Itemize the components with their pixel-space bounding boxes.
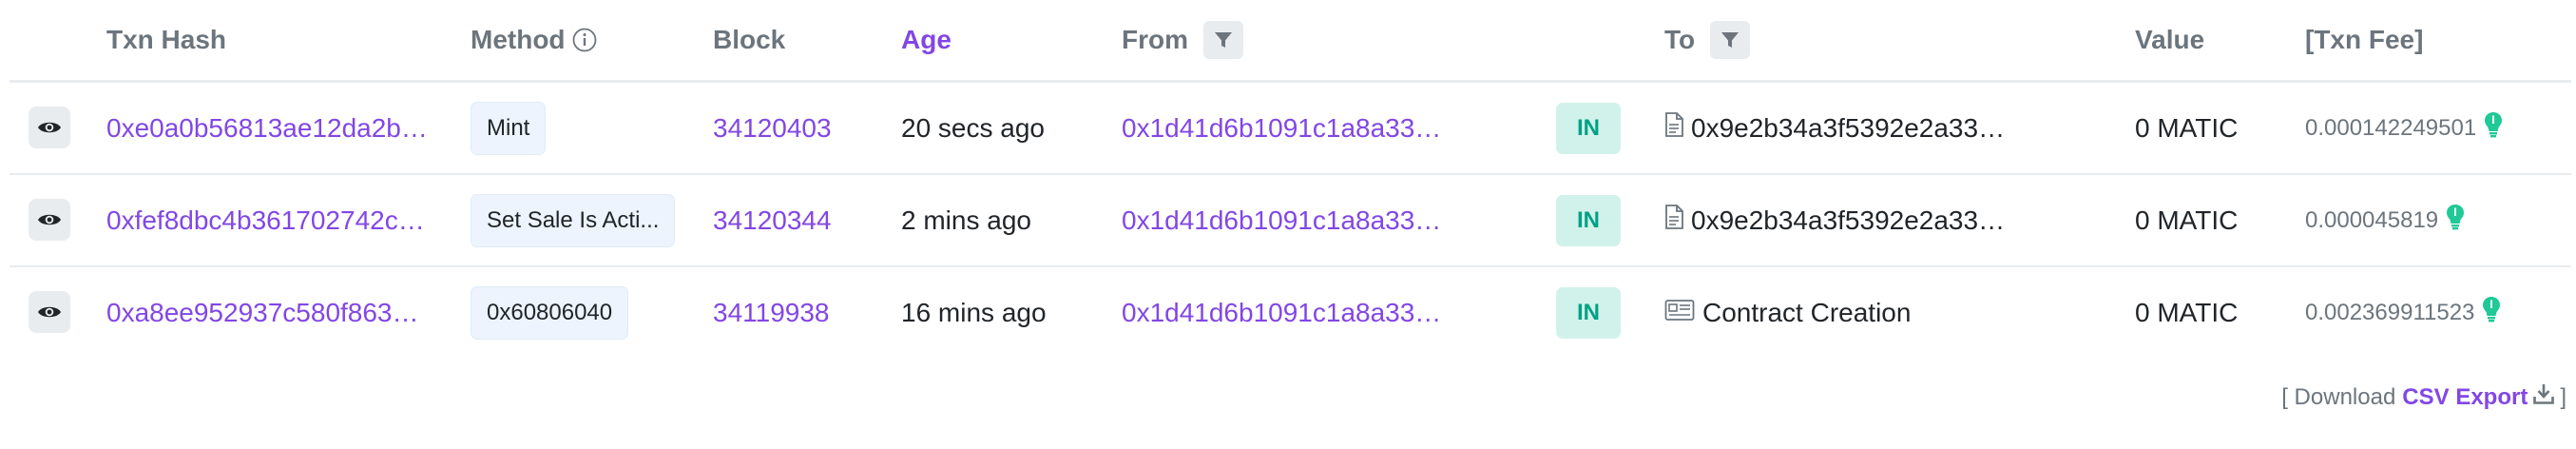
method-badge: Set Sale Is Acti... [471, 193, 676, 247]
download-bracket-close: ] [2560, 383, 2566, 410]
block-link[interactable]: 34120403 [713, 83, 832, 173]
value-text: 0 MATIC [2135, 205, 2239, 235]
header-txn-fee-toggle[interactable]: [Txn Fee] [2305, 0, 2423, 80]
header-value: Value [2135, 25, 2205, 54]
to-address-text[interactable]: Contract Creation [1702, 298, 1911, 328]
contract-file-icon [1664, 205, 1683, 236]
header-txn-hash: Txn Hash [106, 25, 227, 54]
direction-badge: IN [1556, 286, 1621, 339]
view-details-button[interactable] [29, 291, 70, 333]
header-block: Block [713, 25, 786, 54]
txn-hash-link[interactable]: 0xfef8dbc4b361702742c… [106, 175, 425, 265]
filter-icon [1721, 32, 1740, 48]
header-age-toggle[interactable]: Age [901, 0, 952, 80]
header-from: From [1122, 0, 1243, 80]
from-address-link[interactable]: 0x1d41d6b1091c1a8a33… [1122, 83, 1441, 173]
table-row: 0xe0a0b56813ae12da2b… Mint 34120403 20 s… [10, 83, 2571, 175]
eye-icon [38, 306, 61, 318]
download-csv-footer: [ Download CSV Export ] [2281, 383, 2566, 411]
table-header: Txn Hash Method Block Age From To Value … [10, 0, 2571, 83]
age-text: 16 mins ago [901, 297, 1047, 327]
gas-price-icon[interactable] [2446, 204, 2465, 237]
header-to-label: To [1664, 25, 1696, 54]
direction-badge: IN [1556, 194, 1621, 246]
from-address-link[interactable]: 0x1d41d6b1091c1a8a33… [1122, 267, 1441, 358]
header-from-label: From [1122, 25, 1188, 54]
header-method: Method [471, 0, 597, 80]
to-address-text[interactable]: 0x9e2b34a3f5392e2a33… [1691, 113, 2005, 144]
txn-fee-text: 0.000142249501 [2305, 114, 2477, 141]
value-text: 0 MATIC [2135, 297, 2239, 327]
contract-creation-icon [1664, 298, 1695, 328]
direction-badge: IN [1556, 102, 1621, 154]
download-label: [ Download [2281, 383, 2396, 410]
table-row: 0xa8ee952937c580f863… 0x60806040 3411993… [10, 267, 2571, 358]
method-badge: 0x60806040 [471, 285, 629, 340]
txn-hash-link[interactable]: 0xa8ee952937c580f863… [106, 267, 419, 358]
info-icon[interactable] [572, 28, 597, 52]
gas-price-icon[interactable] [2484, 111, 2503, 145]
transactions-table: Txn Hash Method Block Age From To Value … [10, 0, 2571, 358]
txn-fee-text: 0.000045819 [2305, 206, 2439, 233]
table-row: 0xfef8dbc4b361702742c… Set Sale Is Acti.… [10, 175, 2571, 267]
view-details-button[interactable] [29, 199, 70, 241]
to-address-text[interactable]: 0x9e2b34a3f5392e2a33… [1691, 205, 2005, 236]
value-text: 0 MATIC [2135, 112, 2239, 143]
age-text: 2 mins ago [901, 205, 1031, 235]
eye-icon [38, 214, 61, 225]
view-details-button[interactable] [29, 107, 70, 148]
to-filter-button[interactable] [1710, 21, 1751, 59]
block-link[interactable]: 34119938 [713, 267, 830, 358]
txn-fee-text: 0.002369911523 [2305, 299, 2475, 325]
age-text: 20 secs ago [901, 112, 1045, 143]
method-badge: Mint [471, 101, 547, 155]
from-address-link[interactable]: 0x1d41d6b1091c1a8a33… [1122, 175, 1441, 265]
gas-price-icon[interactable] [2482, 296, 2501, 329]
contract-file-icon [1664, 112, 1683, 144]
eye-icon [38, 122, 61, 133]
filter-icon [1215, 32, 1232, 48]
download-icon[interactable] [2533, 383, 2555, 411]
txn-hash-link[interactable]: 0xe0a0b56813ae12da2b… [106, 83, 428, 173]
block-link[interactable]: 34120344 [713, 175, 832, 265]
header-method-label: Method [471, 25, 566, 54]
from-filter-button[interactable] [1203, 21, 1243, 59]
header-to: To [1664, 0, 1751, 80]
csv-export-link[interactable]: CSV Export [2402, 384, 2528, 411]
